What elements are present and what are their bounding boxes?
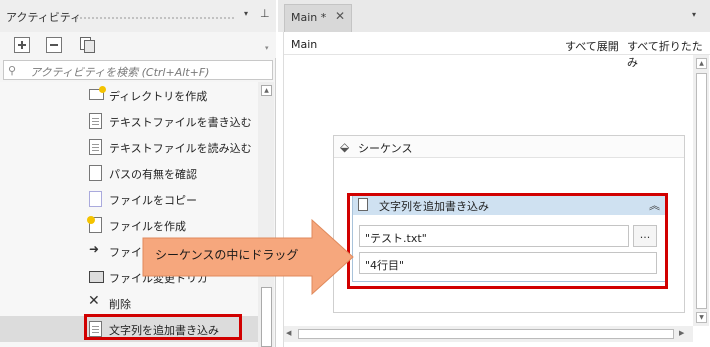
- search-placeholder: アクティビティを検索 (Ctrl+Alt+F): [30, 66, 210, 79]
- list-item-label: ファイルをコピー: [109, 194, 197, 207]
- monitor-icon: [89, 271, 104, 283]
- activity-scrollbar[interactable]: ▲: [258, 82, 274, 347]
- list-item-label: テキストファイルを書き込む: [109, 116, 252, 129]
- designer-canvas: Main すべて展開 すべて折りたたみ ⬙ シーケンス ▲ ▼ ◀ ▶: [283, 32, 710, 347]
- search-icon: ⚲: [8, 64, 17, 77]
- callout-text: シーケンスの中にドラッグ: [155, 248, 299, 262]
- scroll-left-icon[interactable]: ◀: [286, 329, 291, 337]
- close-icon[interactable]: ✕: [335, 9, 345, 23]
- scroll-down-icon[interactable]: ▼: [696, 312, 707, 323]
- file-new-icon: [87, 216, 102, 233]
- file-copy-icon: [89, 191, 102, 207]
- pin-icon[interactable]: ⊥: [260, 7, 270, 20]
- designer-vertical-scrollbar[interactable]: ▲ ▼: [693, 55, 709, 326]
- highlight-box-target: [347, 193, 668, 289]
- scroll-up-icon[interactable]: ▲: [261, 85, 272, 96]
- highlight-box-source: [84, 314, 242, 340]
- activity-tree: ディレクトリを作成 テキストファイルを書き込む テキストファイルを読み込む パス…: [0, 82, 258, 347]
- drag-callout-arrow: シーケンスの中にドラッグ: [142, 218, 354, 296]
- activity-search-input[interactable]: ⚲ アクティビティを検索 (Ctrl+Alt+F): [3, 60, 273, 80]
- scroll-right-icon[interactable]: ▶: [679, 329, 684, 337]
- list-item-label: テキストファイルを読み込む: [109, 142, 252, 155]
- tab-list-dropdown-icon[interactable]: ▾: [692, 10, 696, 19]
- toolbar-overflow-icon[interactable]: ▾: [265, 44, 269, 52]
- list-item[interactable]: ファイルをコピー: [0, 186, 258, 212]
- delete-icon: ✕: [88, 293, 100, 309]
- activities-panel-header: アクティビティ ▾ ⊥: [0, 0, 276, 32]
- activities-toolbar: ▾: [0, 32, 276, 58]
- list-item-label: 削除: [109, 298, 131, 311]
- scroll-thumb[interactable]: [261, 287, 272, 347]
- path-icon: [89, 165, 102, 181]
- scroll-up-icon[interactable]: ▲: [696, 58, 707, 69]
- document-tab-bar: Main * ✕ ▾: [278, 0, 710, 32]
- expand-all-link[interactable]: すべて展開: [565, 38, 619, 54]
- file-move-icon: ➜: [89, 242, 100, 256]
- panel-menu-icon[interactable]: ▾: [244, 9, 248, 18]
- text-file-icon: [89, 113, 102, 129]
- list-item[interactable]: ディレクトリを作成: [0, 82, 258, 108]
- folder-new-icon: [89, 86, 106, 100]
- tab-label: Main *: [291, 11, 327, 24]
- activities-panel-title: アクティビティ: [6, 11, 82, 24]
- tab-main[interactable]: Main * ✕: [284, 4, 352, 32]
- panel-grip[interactable]: [75, 16, 235, 20]
- scroll-thumb[interactable]: [298, 329, 674, 339]
- sequence-title: シーケンス: [358, 142, 413, 155]
- breadcrumb[interactable]: Main: [291, 38, 317, 51]
- sequence-icon: ⬙: [340, 140, 350, 154]
- scroll-thumb[interactable]: [696, 73, 707, 309]
- collapse-all-icon[interactable]: [46, 37, 62, 53]
- copy-icon[interactable]: [80, 37, 96, 53]
- expand-all-icon[interactable]: [14, 37, 30, 53]
- list-item[interactable]: パスの有無を確認: [0, 160, 258, 186]
- list-item-label: ディレクトリを作成: [109, 90, 208, 103]
- designer-horizontal-scrollbar[interactable]: ◀ ▶: [284, 326, 693, 342]
- list-item[interactable]: テキストファイルを書き込む: [0, 108, 258, 134]
- divider: [284, 54, 710, 55]
- text-file-icon: [89, 139, 102, 155]
- list-item[interactable]: テキストファイルを読み込む: [0, 134, 258, 160]
- sequence-header[interactable]: ⬙ シーケンス: [334, 136, 684, 158]
- list-item-label: パスの有無を確認: [109, 168, 197, 181]
